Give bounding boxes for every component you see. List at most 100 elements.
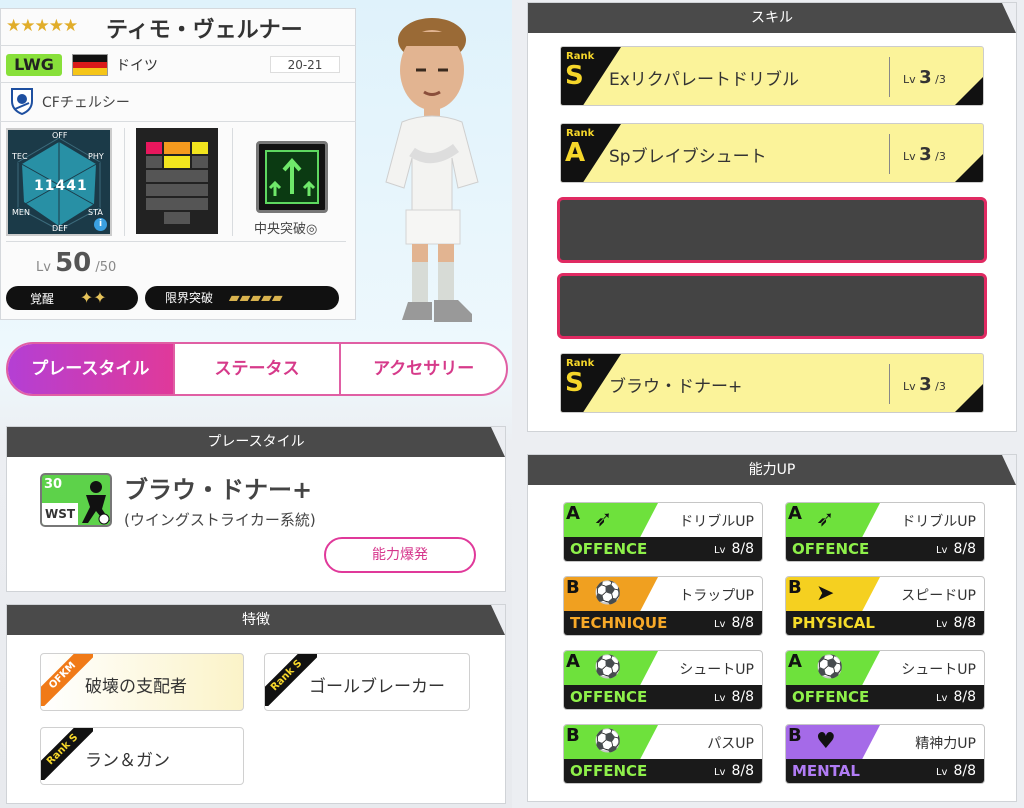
ability-level: Lv 8/8	[713, 541, 754, 557]
radar-label-def: DEF	[52, 224, 68, 233]
ability-card[interactable]: ⚽ B トラップUP TECHNIQUE Lv 8/8	[563, 576, 763, 636]
ability-name: トラップUP	[679, 588, 754, 604]
skill-level: Lv 3 /3	[903, 374, 946, 395]
skill-slot[interactable]: Rank S ブラウ・ドナー+ Lv 3 /3	[560, 353, 984, 413]
empty-skill-slot[interactable]	[557, 273, 987, 339]
ability-category: OFFENCE	[570, 762, 648, 780]
ability-category: OFFENCE	[570, 688, 648, 706]
radar-label-off: OFF	[52, 131, 68, 140]
grid-cell	[146, 198, 208, 210]
ability-icon: ⚽	[594, 655, 622, 680]
divider	[889, 57, 890, 97]
ability-name: スピードUP	[901, 588, 976, 604]
skill-slot[interactable]: Rank S Exリクパレートドリブル Lv 3 /3	[560, 46, 984, 106]
ability-card[interactable]: ➶ A ドリブルUP OFFENCE Lv 8/8	[563, 502, 763, 562]
ability-card[interactable]: ⚽ B パスUP OFFENCE Lv 8/8	[563, 724, 763, 784]
playstyle-icon: 30 WST	[40, 473, 112, 527]
tactic-icon[interactable]	[256, 141, 328, 213]
ability-category: OFFENCE	[792, 688, 870, 706]
level-prefix: Lv	[36, 260, 51, 275]
ability-name: シュートUP	[901, 662, 976, 678]
playstyle-name: ブラウ・ドナー+	[124, 476, 313, 504]
trait-card[interactable]: Rank S ラン＆ガン	[40, 727, 244, 785]
tab-accessory[interactable]: アクセサリー	[341, 344, 506, 394]
grid-cell	[192, 142, 208, 154]
trait-card[interactable]: OFKM 破壊の支配者	[40, 653, 244, 711]
trait-name: 破壊の支配者	[85, 677, 187, 697]
trait-name: ラン＆ガン	[85, 751, 170, 771]
skill-slot[interactable]: Rank A Spブレイブシュート Lv 3 /3	[560, 123, 984, 183]
awakening-star-icon: ✦✦	[79, 288, 107, 307]
ability-grade: B	[566, 577, 580, 598]
player-name: ティモ・ヴェルナー	[106, 18, 303, 43]
corner-mark	[955, 154, 983, 182]
trait-name: ゴールブレーカー	[309, 677, 445, 697]
playstyle-icon-level: 30	[44, 477, 63, 492]
ability-category: TECHNIQUE	[570, 614, 668, 632]
info-icon[interactable]: i	[94, 218, 107, 231]
section-header: プレースタイル	[7, 427, 505, 457]
tactic-label: 中央突破◎	[254, 222, 318, 237]
level-value: 50	[55, 248, 92, 278]
ability-grade: A	[788, 651, 802, 672]
ability-grade: B	[788, 725, 802, 746]
ability-icon: ➤	[816, 581, 835, 606]
ability-name: パスUP	[707, 736, 754, 752]
level-max: /50	[95, 260, 117, 275]
tab-playstyle[interactable]: プレースタイル	[8, 344, 175, 394]
ability-grade: A	[566, 651, 580, 672]
rarity-stars: ★★★★★	[6, 16, 78, 36]
limit-break-label: 限界突破	[165, 291, 214, 305]
skill-name: Exリクパレートドリブル	[609, 70, 799, 90]
limit-break-icon: ▰▰▰▰▰	[228, 290, 283, 306]
ability-name: ドリブルUP	[679, 514, 754, 530]
club-name: CFチェルシー	[42, 95, 130, 111]
ability-level: Lv 8/8	[935, 689, 976, 705]
playstyle-icon-position: WST	[42, 503, 78, 525]
tab-status[interactable]: ステータス	[175, 344, 342, 394]
ability-category: PHYSICAL	[792, 614, 875, 632]
ability-level: Lv 8/8	[935, 763, 976, 779]
section-header: 能力UP	[528, 455, 1016, 485]
divider	[0, 82, 356, 83]
ability-level: Lv 8/8	[935, 615, 976, 631]
ability-card[interactable]: ➶ A ドリブルUP OFFENCE Lv 8/8	[785, 502, 985, 562]
awakening-status: 覚醒 ✦✦	[6, 286, 138, 310]
germany-flag-icon	[72, 54, 108, 76]
grid-cell	[164, 156, 190, 168]
ability-grade: B	[788, 577, 802, 598]
ability-card[interactable]: ⚽ A シュートUP OFFENCE Lv 8/8	[785, 650, 985, 710]
grid-cell	[192, 156, 208, 168]
divider	[232, 128, 233, 236]
ability-bar: OFFENCE Lv 8/8	[564, 537, 762, 561]
section-header: スキル	[528, 3, 1016, 33]
ability-level: Lv 8/8	[713, 763, 754, 779]
ability-card[interactable]: ⚽ A シュートUP OFFENCE Lv 8/8	[563, 650, 763, 710]
divider	[0, 45, 356, 46]
ability-burst-button[interactable]: 能力爆発	[324, 537, 476, 573]
ability-bar: TECHNIQUE Lv 8/8	[564, 611, 762, 635]
divider	[0, 121, 356, 122]
radar-label-tec: TEC	[12, 152, 28, 161]
ability-card[interactable]: ♥ B 精神力UP MENTAL Lv 8/8	[785, 724, 985, 784]
season-label: 20-21	[270, 56, 340, 73]
ability-level: Lv 8/8	[713, 689, 754, 705]
ability-icon: ♥	[816, 729, 836, 754]
corner-mark	[955, 77, 983, 105]
empty-skill-slot[interactable]	[557, 197, 987, 263]
ability-bar: PHYSICAL Lv 8/8	[786, 611, 984, 635]
skill-name: Spブレイブシュート	[609, 147, 767, 167]
ability-grade: A	[566, 503, 580, 524]
trait-card[interactable]: Rank S ゴールブレーカー	[264, 653, 470, 711]
ability-bar: OFFENCE Lv 8/8	[786, 537, 984, 561]
ability-card[interactable]: ➤ B スピードUP PHYSICAL Lv 8/8	[785, 576, 985, 636]
divider	[6, 241, 346, 242]
ability-name: ドリブルUP	[901, 514, 976, 530]
awakening-label: 覚醒	[30, 292, 55, 306]
ability-bar: MENTAL Lv 8/8	[786, 759, 984, 783]
ability-icon: ⚽	[816, 655, 844, 680]
ability-icon: ➶	[816, 507, 835, 532]
skill-name: ブラウ・ドナー+	[609, 377, 743, 397]
skill-level: Lv 3 /3	[903, 67, 946, 88]
position-badge: LWG	[6, 54, 62, 76]
